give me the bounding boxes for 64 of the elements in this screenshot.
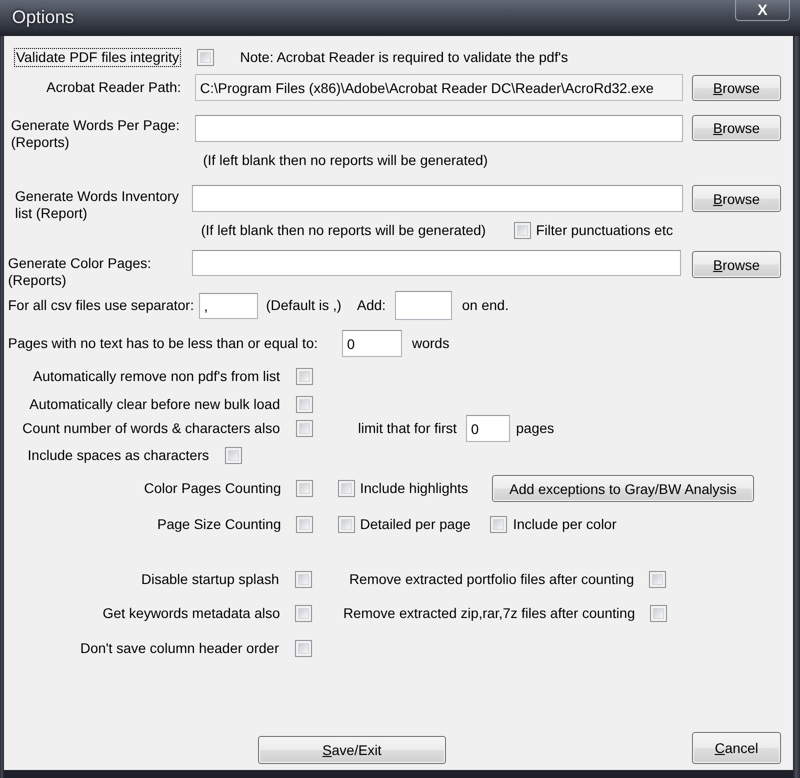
cancel-button[interactable]: Cancel <box>692 732 781 764</box>
browse-button[interactable]: Browse <box>692 185 781 212</box>
field-label: Generate Color Pages: (Reports) <box>8 255 152 289</box>
separator-field[interactable]: , <box>199 292 258 318</box>
field-label: Generate Words Inventory list (Report) <box>15 188 179 222</box>
close-button[interactable]: X <box>735 0 790 21</box>
field-label: Add: <box>357 297 386 314</box>
option-label: Remove extracted portfolio files after counting <box>349 570 634 588</box>
unit-label: pages <box>516 420 554 437</box>
checkbox[interactable] <box>296 516 313 532</box>
option-label: Count number of words & characters also <box>22 420 280 437</box>
option-label: Include spaces as characters <box>28 446 209 464</box>
browse-button[interactable]: Browse <box>692 74 781 100</box>
browse-button[interactable]: Browse <box>692 251 781 278</box>
option-label: Include per color <box>513 516 617 532</box>
option-label: Automatically remove non pdf's from list <box>33 368 280 384</box>
unit-label: words <box>412 335 450 352</box>
option-label: Detailed per page <box>360 516 471 532</box>
checkbox[interactable] <box>338 480 355 497</box>
note-text: (Default is ,) <box>266 297 342 314</box>
checkbox[interactable] <box>296 368 313 384</box>
checkbox[interactable] <box>649 570 666 588</box>
file-path-field[interactable] <box>192 250 681 276</box>
checkbox[interactable] <box>197 48 214 66</box>
option-label: Page Size Counting <box>157 516 281 532</box>
option-label: Don't save column header order <box>80 640 279 656</box>
option-label: Validate PDF files integrity <box>14 48 182 66</box>
exceptions-button[interactable]: Add exceptions to Gray/BW Analysis <box>492 475 754 502</box>
field-label: on end. <box>462 297 509 314</box>
note-text: Note: Acrobat Reader is required to validate the pdf's <box>240 48 568 66</box>
checkbox[interactable] <box>295 570 312 588</box>
checkbox[interactable] <box>295 640 312 656</box>
checkbox[interactable] <box>650 604 667 622</box>
page-limit-field[interactable]: 0 <box>466 415 510 442</box>
field-label: Pages with no text has to be less than or equal to: <box>8 335 318 352</box>
file-path-field[interactable] <box>192 185 683 212</box>
checkbox[interactable] <box>296 480 313 497</box>
hint-text: (If left blank then no reports will be generated) <box>201 222 486 238</box>
checkbox[interactable] <box>296 420 313 437</box>
option-label: Filter punctuations etc <box>536 222 673 238</box>
field-label: Generate Words Per Page: (Reports) <box>11 117 180 151</box>
window-title: Options <box>12 7 74 28</box>
file-path-field[interactable]: C:\Program Files (x86)\Adobe\Acrobat Reader DC\Reader\AcroRd32.exe <box>195 74 683 101</box>
word-limit-field[interactable]: 0 <box>342 330 402 357</box>
option-label: Include highlights <box>360 480 468 497</box>
field-label: limit that for first <box>358 420 457 437</box>
field-label: For all csv files use separator: <box>8 297 194 314</box>
hint-text: (If left blank then no reports will be generated) <box>203 152 488 168</box>
option-label: Remove extracted zip,rar,7z files after counting <box>343 604 635 622</box>
field-label: Acrobat Reader Path: <box>46 79 181 96</box>
file-path-field[interactable] <box>195 115 683 142</box>
browse-button[interactable]: Browse <box>692 115 781 141</box>
suffix-field[interactable] <box>395 291 452 320</box>
checkbox[interactable] <box>225 446 242 464</box>
option-label: Disable startup splash <box>141 570 279 588</box>
checkbox[interactable] <box>295 604 312 622</box>
checkbox[interactable] <box>296 396 313 412</box>
save-exit-button[interactable]: Save/Exit <box>258 736 446 764</box>
checkbox[interactable] <box>514 222 531 238</box>
checkbox[interactable] <box>490 516 507 532</box>
option-label: Automatically clear before new bulk load <box>29 396 280 412</box>
checkbox[interactable] <box>338 516 355 532</box>
option-label: Get keywords metadata also <box>102 604 280 622</box>
option-label: Color Pages Counting <box>144 480 281 497</box>
